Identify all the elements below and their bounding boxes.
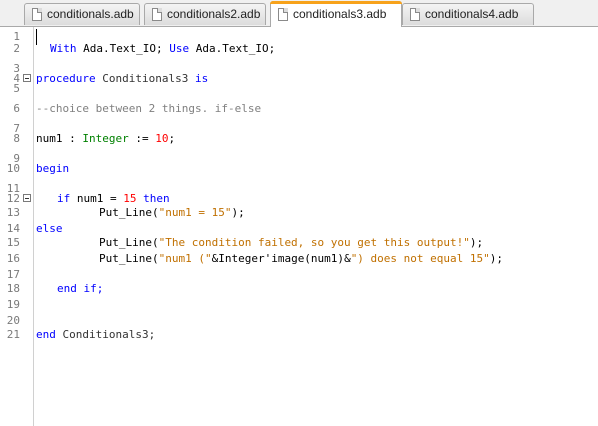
keyword: begin [36,162,70,175]
code-line[interactable]: 21 end Conditionals3; [0,325,598,345]
variable: num1 : [36,132,76,145]
line-number: 21 [6,328,20,341]
string-literal: "num1 = 15" [158,206,232,219]
keyword: end [36,328,56,341]
tab-label: conditionals.adb [47,7,134,21]
operator: & [344,252,351,265]
call: Put_Line( [99,236,159,249]
line-number: 5 [13,82,20,95]
code-line[interactable]: 8 num1 : Integer := 10; [0,129,598,149]
tab-label: conditionals2.adb [167,7,261,21]
code-text: num1 : Integer := 10; [36,129,175,149]
code-line[interactable]: 10 begin [0,159,598,179]
line-number: 8 [13,132,20,145]
line-number: 6 [13,102,20,115]
string-literal: ") does not equal 15" [350,252,490,265]
keyword: Use [169,42,190,55]
operator: := [135,132,149,145]
comment: --choice between 2 things. if-else [36,102,262,115]
code-line[interactable]: 6 --choice between 2 things. if-else [0,99,598,119]
punctuation: ); [469,236,484,249]
tab-label: conditionals4.adb [425,7,519,21]
package-name: Ada.Text_IO; [195,42,276,55]
line-number: 10 [6,162,20,175]
keyword: With [50,42,77,55]
code-line[interactable]: 2 With Ada.Text_IO; Use Ada.Text_IO; [0,39,598,59]
call: Put_Line( [99,252,159,265]
tab-label: conditionals3.adb [293,7,387,21]
tab-conditionals2[interactable]: conditionals2.adb [144,3,266,25]
number-literal: 10 [155,132,169,145]
identifier: Conditionals3; [62,328,156,341]
expression: Integer'image(num1) [218,252,345,265]
punctuation: ); [489,252,504,265]
code-line[interactable]: 5 [0,79,598,99]
package-name: Ada.Text_IO; [83,42,163,55]
code-text: end Conditionals3; [36,325,155,345]
string-literal: "num1 (" [158,252,212,265]
tab-conditionals[interactable]: conditionals.adb [24,3,140,25]
file-icon [152,8,162,21]
string-literal: "The condition failed, so you get this o… [158,236,470,249]
punctuation: ; [168,132,176,145]
type-name: Integer [82,132,129,145]
line-number: 2 [13,42,20,55]
punctuation: ); [231,206,245,219]
file-icon [278,8,288,21]
fold-collapse-icon[interactable] [23,194,31,202]
call: Put_Line( [99,206,159,219]
file-icon [410,8,420,21]
code-text: With Ada.Text_IO; Use Ada.Text_IO; [50,39,275,59]
tab-conditionals4[interactable]: conditionals4.adb [402,3,534,25]
tab-bar: conditionals.adb conditionals2.adb condi… [0,0,598,27]
code-editor[interactable]: 1 2 With Ada.Text_IO; Use Ada.Text_IO; 3… [0,27,598,426]
file-icon [32,8,42,21]
tab-conditionals3[interactable]: conditionals3.adb [270,1,402,27]
